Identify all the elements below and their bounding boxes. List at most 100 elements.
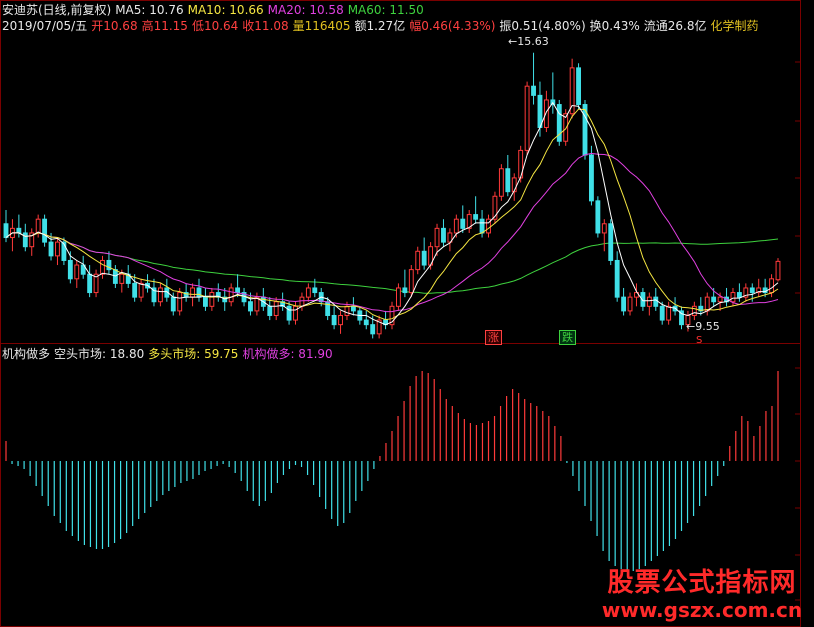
candle-body [601, 223, 607, 234]
candle-body [350, 305, 356, 312]
candle [724, 287, 729, 307]
candle [273, 297, 279, 321]
candle [10, 219, 15, 252]
candle-body [22, 232, 28, 248]
candle-body [293, 305, 298, 321]
candle [151, 278, 157, 307]
candle [286, 301, 292, 325]
candle [100, 255, 105, 279]
candle [183, 283, 189, 302]
indicator-bars [5, 371, 779, 571]
ma5-value: MA5: 10.76 [115, 3, 184, 17]
candle [106, 251, 112, 275]
candle-body [659, 305, 665, 321]
candle-body [196, 287, 202, 298]
candle-body [569, 67, 575, 115]
candle [305, 283, 311, 302]
candle-body [209, 292, 215, 307]
ma60-value: MA60: 11.50 [347, 3, 424, 17]
candle-body [608, 223, 614, 261]
candle-body [170, 296, 176, 312]
candle [730, 287, 736, 307]
candle-body [35, 218, 41, 234]
candle-body [363, 319, 369, 326]
amplitude-value: 振0.51(4.80%) [499, 19, 586, 33]
candle [492, 191, 498, 224]
open-value: 开10.68 [91, 19, 138, 33]
candle [608, 219, 614, 266]
candle-body [228, 287, 234, 303]
main-info-bar: 安迪苏(日线,前复权) MA5: 10.76 MA10: 10.66 MA20: 10… [2, 2, 428, 18]
candle [621, 287, 627, 316]
bull-market-value: 多头市场: 59.75 [148, 347, 239, 361]
turnover-value: 换0.43% [589, 19, 640, 33]
candle [196, 278, 202, 302]
ma10-value: MA10: 10.66 [187, 3, 264, 17]
candle-body [543, 99, 549, 128]
candle-body [16, 227, 22, 234]
candle [736, 283, 742, 302]
candle [601, 219, 607, 252]
candle [473, 196, 479, 224]
candle [595, 196, 601, 238]
candle [466, 210, 472, 233]
candle-body [402, 287, 408, 294]
candle-body [621, 296, 627, 312]
watermark-url: www.gszx.com.cn [601, 598, 803, 622]
candle-body [267, 305, 273, 316]
ma20-value: MA20: 10.58 [267, 3, 344, 17]
candle [576, 63, 581, 110]
candle-body [460, 218, 466, 229]
candle-body [749, 287, 755, 294]
candle [74, 260, 80, 288]
candle [87, 265, 93, 298]
candle-body [305, 287, 311, 298]
candle [402, 269, 408, 298]
candle [338, 310, 343, 334]
candle [22, 223, 28, 252]
candle [299, 292, 305, 311]
candle [215, 283, 221, 302]
candle-body [55, 241, 60, 257]
candle [42, 214, 48, 247]
candle-body [589, 154, 594, 202]
candle-body [498, 168, 504, 197]
candle-body [132, 282, 138, 298]
candle-body [299, 296, 305, 307]
candle-body [627, 296, 633, 312]
candle-body [704, 296, 710, 312]
candle [35, 214, 41, 238]
candle-body [325, 301, 331, 316]
candle-body [736, 292, 742, 298]
candle-body [331, 314, 337, 326]
candle [498, 164, 504, 201]
candle-body [666, 305, 672, 321]
candle-body [312, 287, 318, 294]
candle [775, 258, 781, 282]
candle-body [479, 218, 485, 234]
candle-body [415, 250, 421, 271]
candle-body [138, 282, 144, 298]
candle-body [453, 218, 459, 234]
range-value: 幅0.46(4.33%) [409, 19, 496, 33]
candle-body [711, 296, 717, 303]
volume-value: 量116405 [292, 19, 351, 33]
candle [93, 269, 99, 298]
candle-body [344, 305, 350, 316]
candle [228, 283, 234, 307]
candle-body [595, 200, 601, 234]
candle-body [87, 273, 93, 294]
candlestick-series [3, 52, 781, 339]
stock-title: 安迪苏(日线,前复权) [2, 3, 112, 17]
low-value: 低10.64 [191, 19, 239, 33]
candle [486, 214, 491, 238]
candle [666, 301, 672, 325]
candle-body [421, 250, 427, 266]
candle [589, 145, 594, 206]
candle-body [408, 269, 414, 294]
candle [556, 99, 562, 146]
candle [331, 306, 337, 330]
candle-body [248, 301, 253, 312]
candle [235, 274, 241, 298]
fall-signal-badge: 跌 [559, 330, 576, 345]
